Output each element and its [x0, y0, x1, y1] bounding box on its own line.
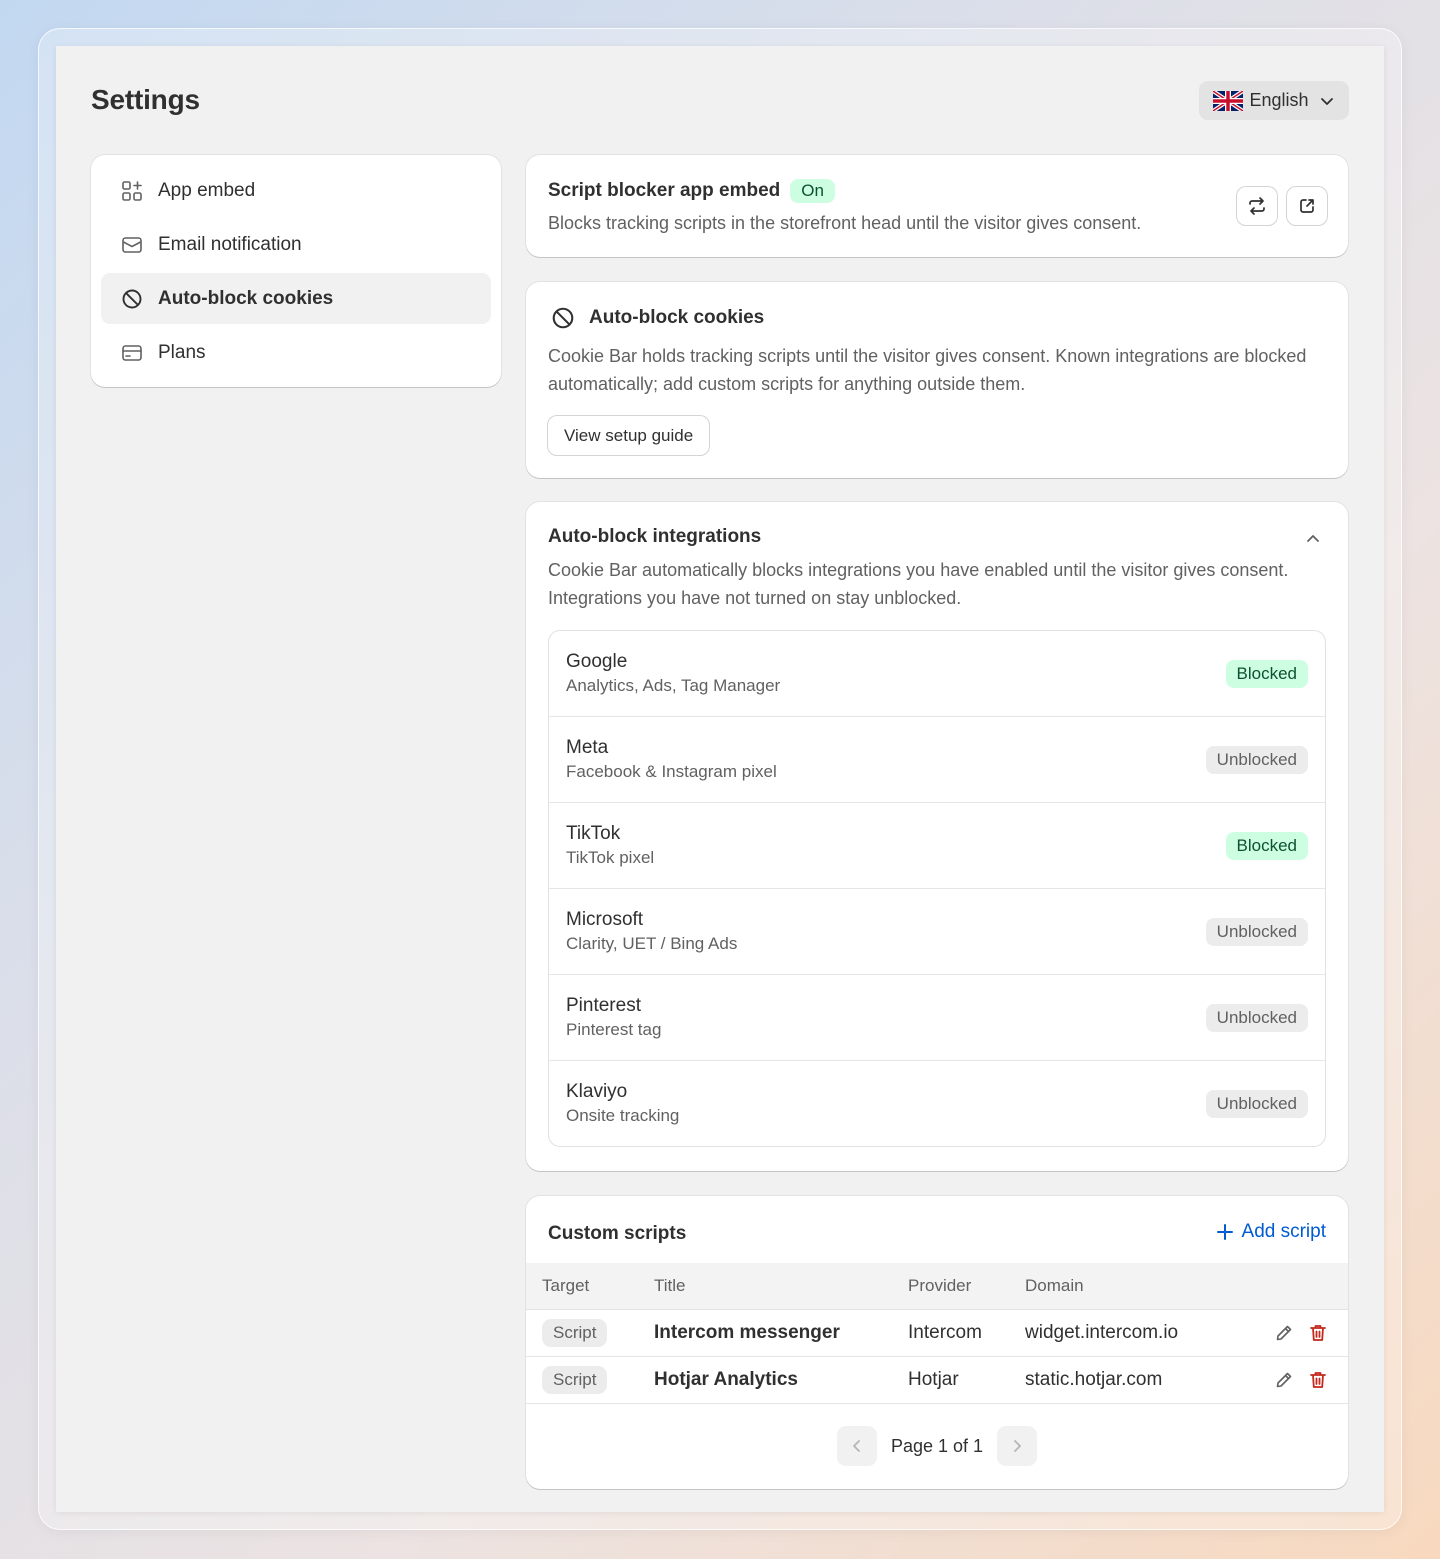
status-badge: Blocked	[1225, 832, 1308, 860]
integration-description: Facebook & Instagram pixel	[566, 762, 777, 781]
table-row: Script Intercom messenger Intercom widge…	[526, 1310, 1348, 1357]
block-icon	[552, 307, 574, 329]
settings-sidebar: App embed Email notification Auto-block …	[91, 155, 501, 387]
app-embed-title: Script blocker app embed	[548, 180, 781, 201]
chevron-left-icon	[853, 1440, 860, 1452]
refresh-icon	[1249, 197, 1265, 215]
integrations-list: Google Analytics, Ads, Tag Manager Block…	[548, 630, 1326, 1147]
script-domain: widget.intercom.io	[1025, 1322, 1179, 1343]
chevron-right-icon	[1014, 1440, 1021, 1452]
trash-icon[interactable]	[1308, 1370, 1328, 1390]
script-title: Intercom messenger	[654, 1322, 840, 1343]
script-provider: Hotjar	[908, 1369, 959, 1390]
status-badge: Unblocked	[1205, 1090, 1308, 1118]
list-item: TikTok TikTok pixel Blocked	[549, 803, 1325, 889]
integration-name: Microsoft	[566, 909, 644, 930]
trash-icon[interactable]	[1308, 1323, 1328, 1343]
column-header-title: Title	[654, 1276, 686, 1295]
next-page-button[interactable]	[997, 1426, 1038, 1466]
sidebar-item-label: App embed	[158, 179, 256, 201]
column-header-provider: Provider	[908, 1276, 972, 1295]
integration-name: Google	[566, 651, 628, 672]
integrations-title: Auto-block integrations	[548, 526, 762, 547]
integration-description: Analytics, Ads, Tag Manager	[566, 676, 781, 695]
list-item: Google Analytics, Ads, Tag Manager Block…	[549, 631, 1325, 717]
table-header: Target Title Provider Domain	[526, 1263, 1348, 1310]
integration-description: Onsite tracking	[566, 1106, 680, 1125]
integration-description: Clarity, UET / Bing Ads	[566, 934, 738, 953]
sidebar-item-label: Auto-block cookies	[158, 287, 334, 309]
auto-block-cookies-description: Cookie Bar holds tracking scripts until …	[548, 346, 1307, 394]
language-selector[interactable]: English	[1199, 81, 1349, 120]
integration-name: Klaviyo	[566, 1081, 628, 1102]
status-badge: On	[790, 179, 835, 203]
sidebar-item-plans[interactable]: Plans	[101, 327, 491, 378]
pencil-icon[interactable]	[1274, 1323, 1294, 1343]
pagination: Page 1 of 1	[526, 1426, 1348, 1466]
add-script-button[interactable]: Add script	[1216, 1221, 1326, 1243]
plus-icon	[1216, 1224, 1233, 1240]
integration-name: Meta	[566, 737, 609, 758]
status-badge: Blocked	[1225, 660, 1308, 688]
credit-card-icon	[122, 344, 142, 361]
uk-flag-icon	[1213, 90, 1244, 111]
app-embed-description: Blocks tracking scripts in the storefron…	[548, 213, 1142, 233]
table-row: Script Hotjar Analytics Hotjar static.ho…	[526, 1357, 1348, 1404]
integration-name: TikTok	[566, 823, 621, 844]
sidebar-item-app-embed[interactable]: App embed	[101, 165, 491, 216]
page-title: Settings	[91, 84, 200, 115]
previous-page-button[interactable]	[836, 1426, 877, 1466]
app-embed-card: Script blocker app embed On Blocks track…	[526, 155, 1348, 257]
auto-block-integrations-card: Auto-block integrations Cookie Bar autom…	[526, 502, 1348, 1171]
target-tag: Script	[542, 1319, 608, 1347]
integration-description: Pinterest tag	[566, 1020, 662, 1039]
auto-block-cookies-title: Auto-block cookies	[589, 307, 765, 328]
integrations-description: Cookie Bar automatically blocks integrat…	[548, 560, 1289, 608]
add-script-label: Add script	[1241, 1221, 1326, 1242]
sidebar-item-label: Email notification	[158, 233, 302, 255]
auto-block-cookies-card: Auto-block cookies Cookie Bar holds trac…	[526, 282, 1348, 478]
script-domain: static.hotjar.com	[1025, 1369, 1163, 1390]
sidebar-item-auto-block-cookies[interactable]: Auto-block cookies	[101, 273, 491, 324]
envelope-icon	[122, 236, 142, 253]
column-header-target: Target	[542, 1276, 590, 1295]
app-embed-icon	[122, 180, 142, 201]
column-header-domain: Domain	[1025, 1276, 1084, 1295]
list-item: Meta Facebook & Instagram pixel Unblocke…	[549, 717, 1325, 803]
open-external-button[interactable]	[1287, 187, 1327, 225]
external-link-icon	[1300, 199, 1314, 213]
refresh-button[interactable]	[1237, 187, 1277, 225]
list-item: Microsoft Clarity, UET / Bing Ads Unbloc…	[549, 889, 1325, 975]
list-item: Pinterest Pinterest tag Unblocked	[549, 975, 1325, 1061]
list-item: Klaviyo Onsite tracking Unblocked	[549, 1061, 1325, 1146]
custom-scripts-title: Custom scripts	[548, 1223, 687, 1244]
status-badge: Unblocked	[1205, 1004, 1308, 1032]
sidebar-item-email-notification[interactable]: Email notification	[101, 219, 491, 270]
status-badge: Unblocked	[1205, 746, 1308, 774]
sidebar-item-label: Plans	[158, 341, 206, 363]
target-tag: Script	[542, 1366, 608, 1394]
chevron-up-icon[interactable]	[1302, 528, 1324, 550]
page-indicator: Page 1 of 1	[890, 1435, 984, 1456]
settings-page: Settings English App embed Email notific…	[56, 46, 1384, 1512]
custom-scripts-card: Custom scripts Add script Target Title P…	[526, 1196, 1348, 1489]
chevron-down-icon	[1320, 97, 1333, 105]
custom-scripts-table: Target Title Provider Domain Script Inte…	[526, 1263, 1348, 1404]
language-label: English	[1249, 90, 1309, 110]
script-provider: Intercom	[908, 1322, 982, 1343]
integration-name: Pinterest	[566, 995, 641, 1016]
pencil-icon[interactable]	[1274, 1370, 1294, 1390]
status-badge: Unblocked	[1205, 918, 1308, 946]
view-setup-guide-button[interactable]: View setup guide	[548, 416, 710, 455]
block-icon	[122, 289, 142, 308]
script-title: Hotjar Analytics	[654, 1369, 798, 1390]
integration-description: TikTok pixel	[566, 848, 655, 867]
